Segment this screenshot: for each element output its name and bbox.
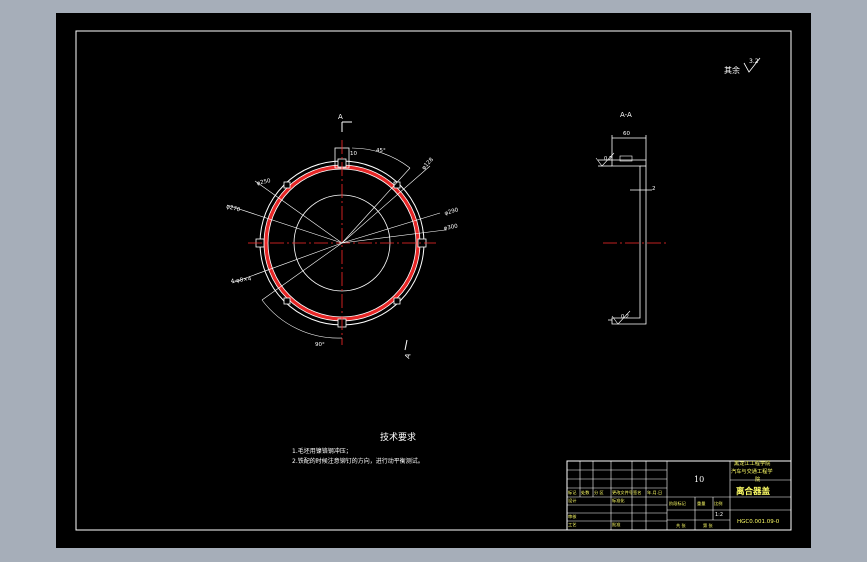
note-line-2: 2.铁配的时候注意铆钉的方向，进行动平衡测试。 xyxy=(292,457,424,465)
dim-r1: 0.2 xyxy=(604,156,612,162)
tb-fenqu: 分 区 xyxy=(594,489,604,496)
drawing-viewport: 其余 3.2 A A φ250 φ270 φ128 φ290 φ300 4-φ8… xyxy=(0,0,867,562)
tb-sheji: 设计 xyxy=(568,497,576,504)
tb-drawing-no: HGC0.001.09-0 xyxy=(737,519,780,525)
tb-pizhun: 批准 xyxy=(612,521,620,528)
tb-nianyueri: 年.月.日 xyxy=(647,489,662,496)
tb-part-name: 离合器盖 xyxy=(736,486,771,497)
section-title: A-A xyxy=(620,111,632,119)
roughness-label: 其余 xyxy=(724,65,740,75)
tb-bili: 比例 xyxy=(714,500,722,507)
note-line-1: 1.毛坯用镍铬钢冲压； xyxy=(292,447,352,455)
dim-width: 60 xyxy=(623,131,630,137)
tb-biaoji: 标记 xyxy=(568,489,577,496)
tb-gongyi: 工艺 xyxy=(568,522,576,527)
tb-dizhang: 第 张 xyxy=(703,522,714,529)
tb-gongzhang: 共 张 xyxy=(676,522,687,529)
dim-r2: 0.2 xyxy=(621,314,629,320)
dim-slot: 10 xyxy=(350,151,357,157)
dim-angle-90: 90° xyxy=(315,342,325,348)
hole-tl xyxy=(283,181,291,189)
tb-jieduan: 阶段标记 xyxy=(669,500,687,507)
notes-title: 技术要求 xyxy=(380,431,416,443)
hole-bl xyxy=(283,297,291,305)
tb-zhongliang: 重量 xyxy=(697,500,705,507)
roughness-value: 3.2 xyxy=(749,58,759,65)
tb-qty: 10 xyxy=(694,475,704,484)
dim-thickness: 2 xyxy=(652,186,656,192)
drawing-sheet xyxy=(56,13,811,548)
dim-angle-45: 45° xyxy=(376,148,386,154)
hole-br xyxy=(393,297,401,305)
tb-gengai: 更改文件号 xyxy=(612,489,633,496)
tb-chushu: 处数 xyxy=(581,489,590,496)
section-mark-top: A xyxy=(338,113,343,121)
cad-canvas[interactable]: 其余 3.2 A A φ250 φ270 φ128 φ290 φ300 4-φ8… xyxy=(0,0,867,562)
tb-scale: 1:2 xyxy=(715,512,723,518)
tb-biaozhunhua: 标准化 xyxy=(612,497,625,504)
tb-shenhe: 审核 xyxy=(568,513,577,520)
tb-qianming: 签名 xyxy=(633,489,641,496)
